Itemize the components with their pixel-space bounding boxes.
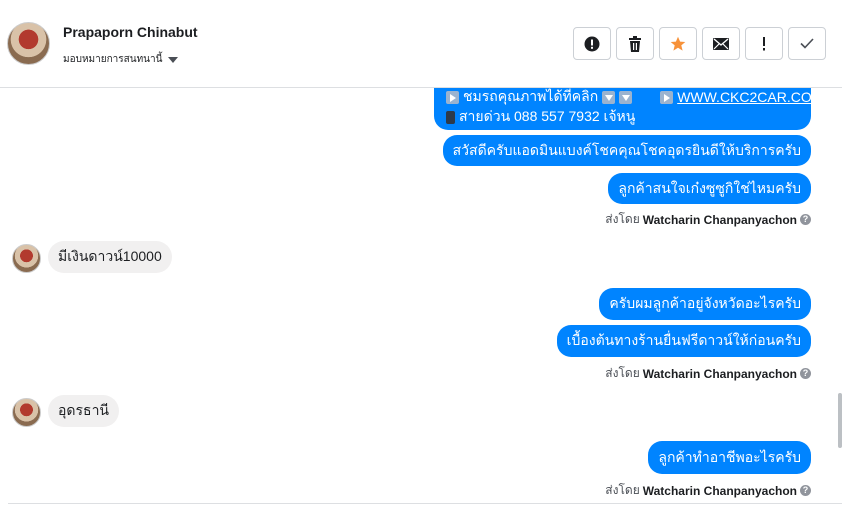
sender-name: Watcharin Chanpanyachon — [642, 212, 797, 227]
assign-conversation-dropdown[interactable]: มอบหมายการสนทนานี้ — [63, 52, 179, 67]
play-button-emoji-icon — [446, 90, 459, 104]
incoming-message: มีเงินดาวน์10000 — [48, 241, 172, 273]
sent-by-label: ส่งโดย Watcharin Chanpanyachon ? — [605, 481, 811, 500]
play-button-emoji-icon — [660, 90, 674, 104]
outgoing-message: เบื้องต้นทางร้านยื่นฟรีดาวน์ให้ก่อนครับ — [556, 325, 811, 357]
sent-by-prefix: ส่งโดย — [605, 212, 640, 226]
message-text: ลูกค้าทำอาชีพอะไรครับ — [658, 448, 801, 465]
conversation-header: Prapaporn Chinabut มอบหมายการสนทนานี้ — [0, 0, 842, 88]
message-text: สายด่วน 088 557 7932 เจ้หนู — [459, 108, 636, 124]
contact-avatar[interactable] — [12, 244, 41, 273]
outgoing-message: ลูกค้าสนใจเก๋งซูซูกิใช่ไหมครับ — [608, 173, 811, 204]
contact-avatar[interactable] — [7, 22, 50, 65]
help-icon[interactable]: ? — [800, 485, 811, 496]
sent-by-label: ส่งโดย Watcharin Chanpanyachon ? — [605, 364, 811, 383]
star-button[interactable] — [659, 27, 697, 60]
conversation-actions — [573, 27, 826, 60]
incoming-message: อุดรธานี — [48, 395, 119, 427]
delete-button[interactable] — [616, 27, 654, 60]
envelope-icon — [713, 37, 729, 50]
help-icon[interactable]: ? — [800, 368, 811, 379]
sent-by-prefix: ส่งโดย — [605, 366, 640, 380]
checkmark-icon — [800, 38, 814, 49]
outgoing-message: ครับผมลูกค้าอยู่จังหวัดอะไรครับ — [599, 288, 811, 320]
scrollbar-thumb[interactable] — [838, 393, 842, 448]
message-text: เบื้องต้นทางร้านยื่นฟรีดาวน์ให้ก่อนครับ — [566, 332, 801, 348]
message-text: ครับผมลูกค้าอยู่จังหวัดอะไรครับ — [609, 295, 801, 311]
message-text: มีเงินดาวน์10000 — [58, 248, 162, 264]
down-arrow-emoji-icon — [602, 90, 616, 104]
composer-top-border — [8, 503, 842, 507]
outgoing-message: ชมรถคุณภาพได้ที่คลิก WWW.CKC2CAR.COM สาย… — [434, 88, 823, 130]
assign-label: มอบหมายการสนทนานี้ — [63, 54, 163, 65]
contact-name[interactable]: Prapaporn Chinabut — [63, 24, 198, 40]
message-text: ลูกค้าสนใจเก๋งซูซูกิใช่ไหมครับ — [618, 179, 801, 196]
trash-icon — [629, 35, 641, 52]
message-thread[interactable]: ชมรถคุณภาพได้ที่คลิก WWW.CKC2CAR.COM สาย… — [0, 88, 842, 507]
spam-button[interactable] — [573, 27, 611, 60]
sender-name: Watcharin Chanpanyachon — [642, 366, 797, 381]
contact-avatar[interactable] — [12, 398, 41, 427]
exclamation-icon — [763, 36, 765, 50]
sender-name: Watcharin Chanpanyachon — [642, 483, 797, 498]
caret-down-icon — [168, 56, 179, 63]
done-button[interactable] — [788, 27, 826, 60]
website-link[interactable]: WWW.CKC2CAR.COM — [677, 89, 823, 105]
message-line: ชมรถคุณภาพได้ที่คลิก WWW.CKC2CAR.COM — [446, 88, 823, 108]
message-text: อุดรธานี — [58, 402, 109, 418]
alert-circle-icon — [584, 36, 600, 51]
sent-by-label: ส่งโดย Watcharin Chanpanyachon ? — [605, 210, 811, 229]
sent-by-prefix: ส่งโดย — [605, 483, 640, 497]
down-arrow-emoji-icon — [619, 90, 633, 104]
message-text: ชมรถคุณภาพได้ที่คลิก — [463, 88, 599, 104]
outgoing-message: สวัสดีครับแอดมินแบงค์โชคคุณโชคอุดรยินดีใ… — [442, 135, 811, 166]
message-text: สวัสดีครับแอดมินแบงค์โชคคุณโชคอุดรยินดีใ… — [452, 141, 801, 158]
mobile-phone-emoji-icon — [446, 110, 455, 124]
outgoing-message: ลูกค้าทำอาชีพอะไรครับ — [648, 441, 811, 474]
help-icon[interactable]: ? — [800, 214, 811, 225]
star-icon — [670, 36, 686, 51]
mark-unread-button[interactable] — [702, 27, 740, 60]
message-line: สายด่วน 088 557 7932 เจ้หนู — [446, 106, 635, 128]
follow-up-button[interactable] — [745, 27, 783, 60]
